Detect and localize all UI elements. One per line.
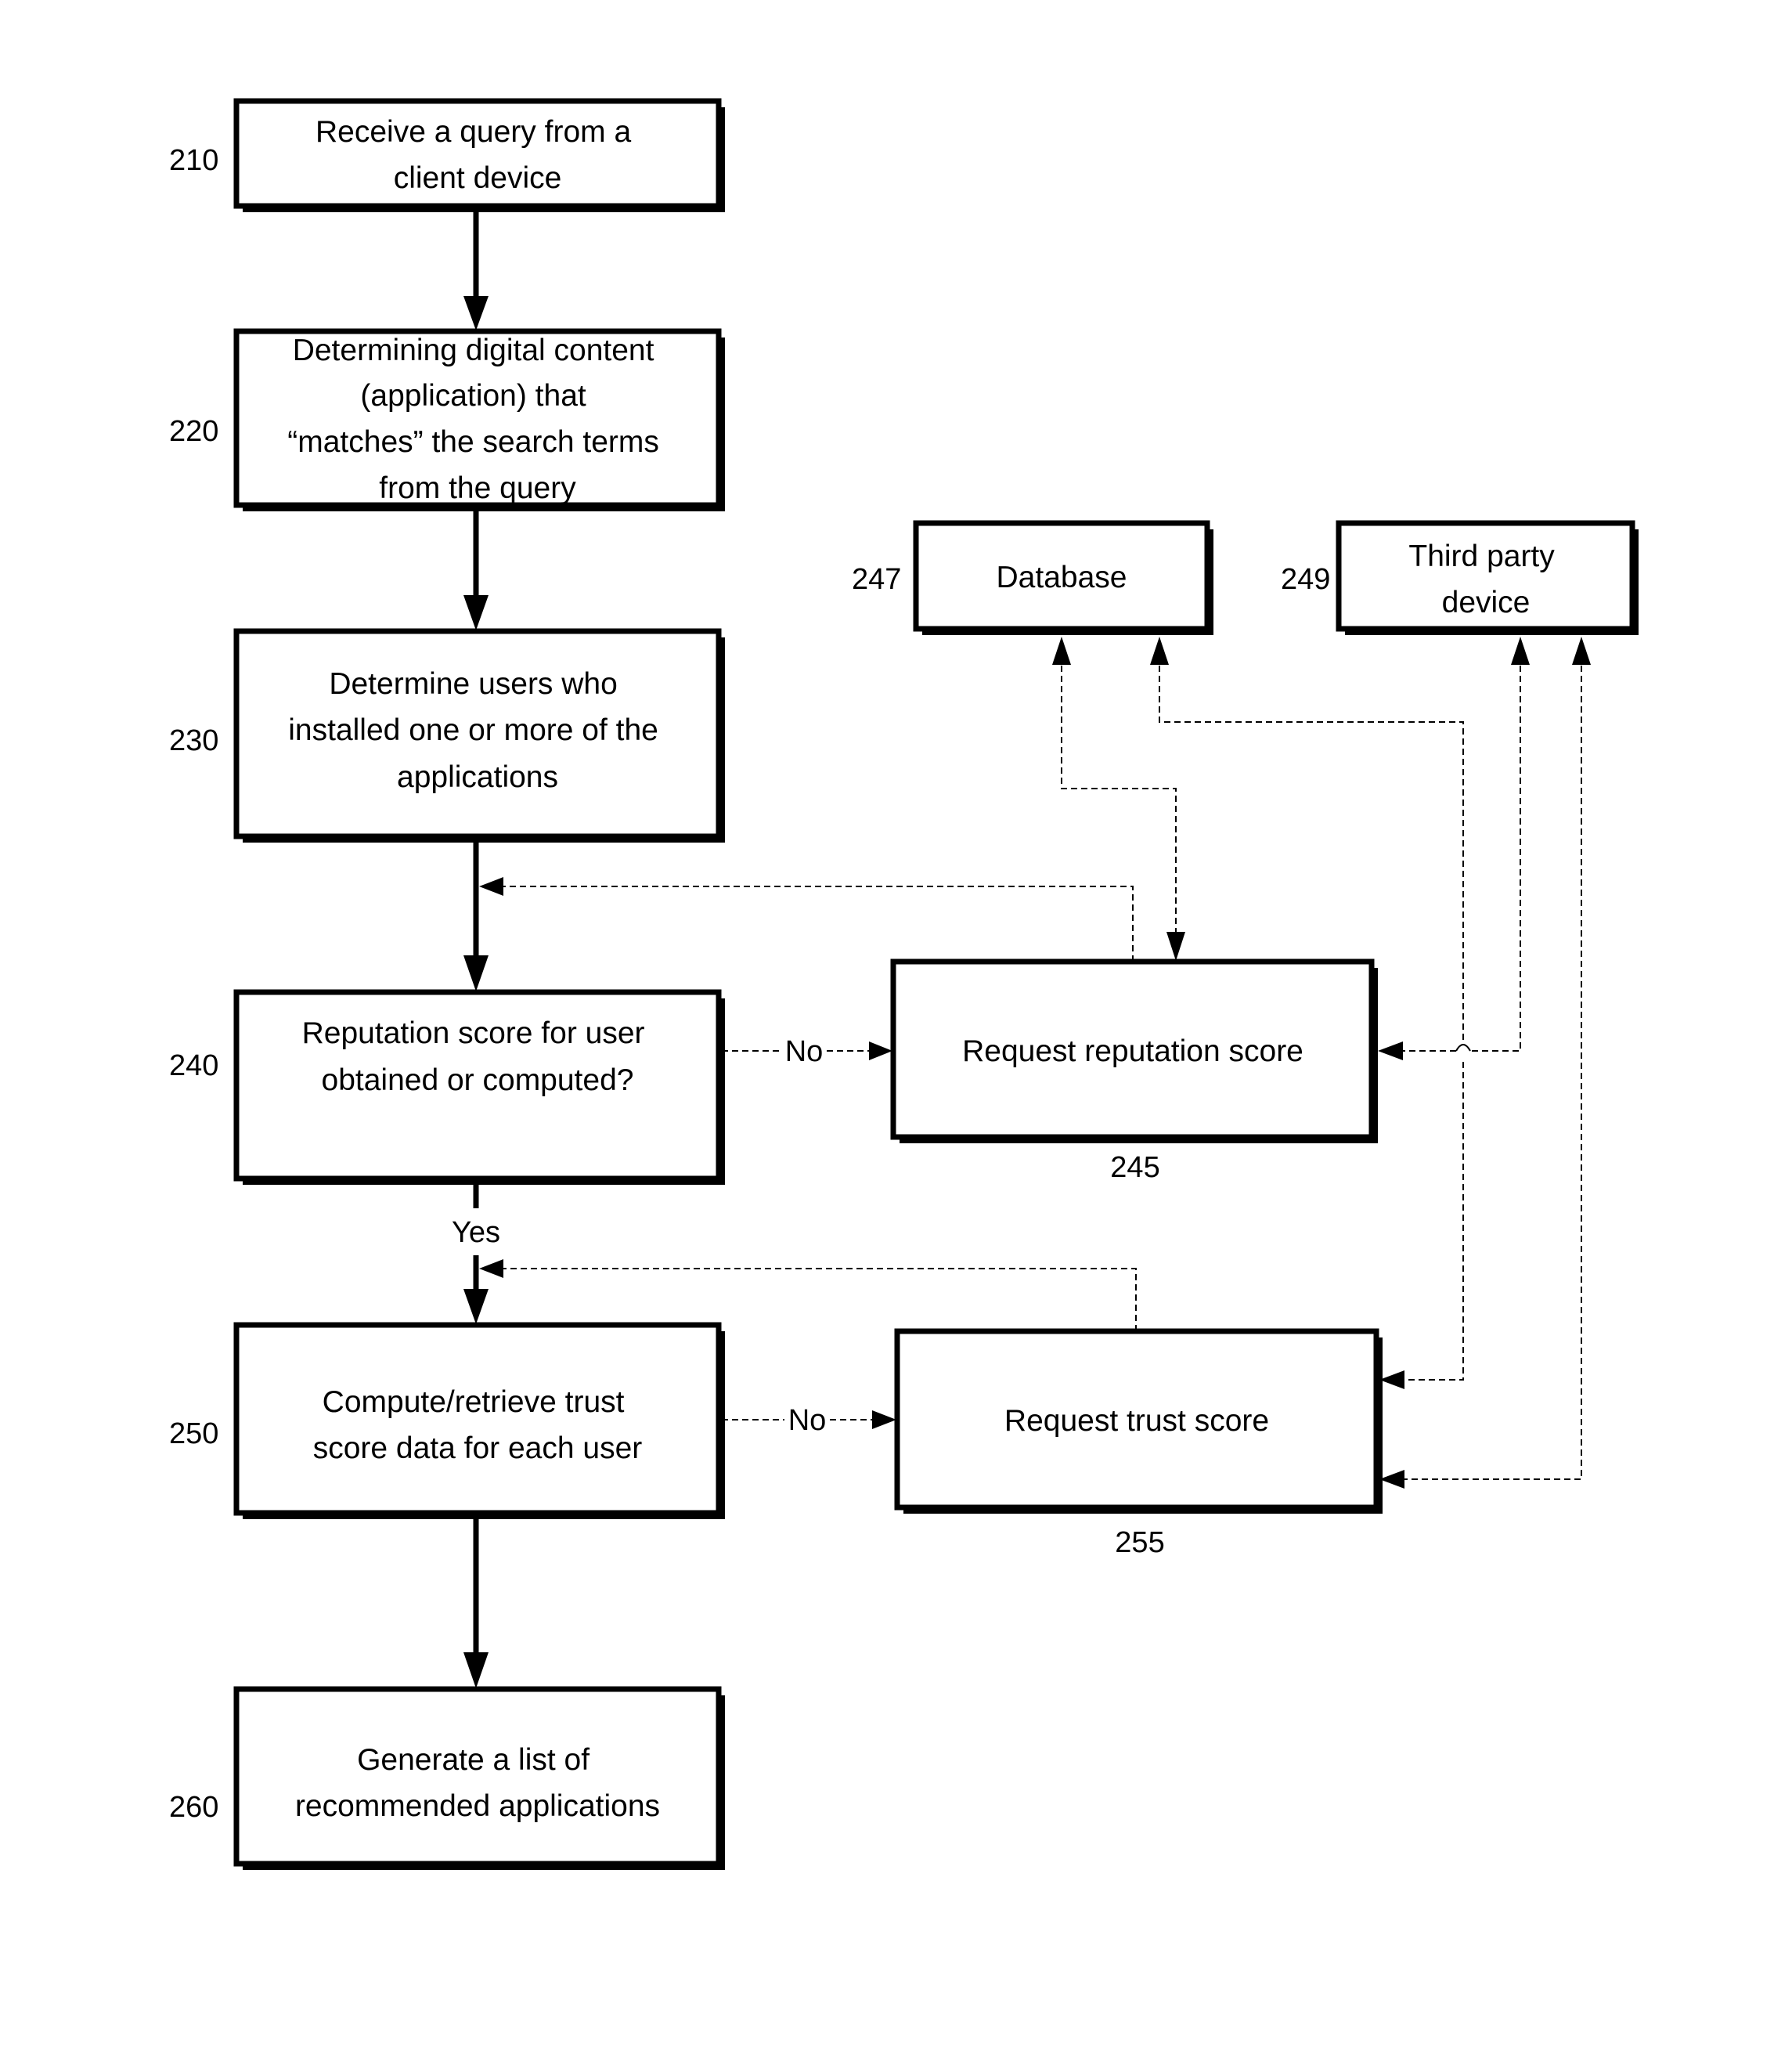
arrowhead-up bbox=[1150, 637, 1169, 665]
arrowhead-down bbox=[463, 1652, 489, 1688]
ref-255: 255 bbox=[1115, 1526, 1164, 1559]
edge-label-yes-240: Yes bbox=[452, 1216, 500, 1249]
ref-230: 230 bbox=[169, 724, 218, 757]
step-255-text: Request trust score bbox=[1004, 1404, 1269, 1438]
ref-249: 249 bbox=[1281, 563, 1330, 596]
arrowhead-up bbox=[1511, 637, 1530, 665]
step-210-box: Receive a query from a client device bbox=[233, 98, 725, 212]
edge-label-no-240: No bbox=[785, 1035, 824, 1068]
ref-245: 245 bbox=[1110, 1151, 1159, 1184]
flowchart-canvas: Receive a query from a client device 210… bbox=[169, 98, 1639, 1870]
step-245-box: Request reputation score bbox=[890, 958, 1378, 1143]
ref-260: 260 bbox=[169, 1791, 218, 1824]
step-250-box: Compute/retrieve trust score data for ea… bbox=[233, 1322, 725, 1519]
step-240-box: Reputation score for user obtained or co… bbox=[233, 989, 725, 1185]
arrowhead-left bbox=[1379, 1370, 1404, 1389]
ref-250: 250 bbox=[169, 1417, 218, 1450]
arrowhead-up bbox=[1572, 637, 1591, 665]
step-245-text: Request reputation score bbox=[962, 1034, 1303, 1068]
arrowhead-left bbox=[1378, 1041, 1403, 1060]
step-260-box: Generate a list of recommended applicati… bbox=[233, 1686, 725, 1870]
arrowhead-down bbox=[463, 955, 489, 991]
connector-255-third-party bbox=[1379, 637, 1591, 1489]
arrowhead-left bbox=[479, 1259, 503, 1278]
connector-245-database bbox=[1052, 637, 1185, 961]
step-247-text: Database bbox=[997, 561, 1127, 594]
connector-230-240 bbox=[463, 842, 489, 991]
arrowhead-down bbox=[463, 595, 489, 630]
arrowhead-up bbox=[1052, 637, 1071, 665]
connector-245-return bbox=[479, 877, 1134, 962]
edge-label-no-250: No bbox=[788, 1404, 827, 1437]
arrowhead-right bbox=[869, 1041, 892, 1060]
step-247-box: Database bbox=[913, 520, 1213, 635]
connector-255-return bbox=[479, 1259, 1137, 1331]
connector-210-220 bbox=[463, 211, 489, 330]
arrowhead-right bbox=[872, 1410, 896, 1429]
ref-220: 220 bbox=[169, 415, 218, 448]
arrowhead-left bbox=[1379, 1470, 1404, 1489]
arrowhead-down bbox=[1166, 932, 1185, 961]
connector-240-250-yes bbox=[463, 1184, 489, 1324]
connector-245-third-party bbox=[1378, 637, 1530, 1060]
arrowhead-down bbox=[463, 296, 489, 330]
step-220-box: Determining digital content (application… bbox=[233, 328, 725, 511]
arrowhead-down bbox=[463, 1289, 489, 1324]
connector-250-260 bbox=[463, 1518, 489, 1688]
step-230-box: Determine users who installed one or mor… bbox=[233, 628, 725, 843]
arrowhead-left bbox=[479, 877, 503, 896]
ref-247: 247 bbox=[852, 563, 901, 596]
ref-240: 240 bbox=[169, 1049, 218, 1082]
ref-210: 210 bbox=[169, 144, 218, 177]
step-255-box: Request trust score bbox=[894, 1328, 1383, 1514]
connector-220-230 bbox=[463, 511, 489, 630]
step-249-box: Third party device bbox=[1336, 520, 1639, 635]
